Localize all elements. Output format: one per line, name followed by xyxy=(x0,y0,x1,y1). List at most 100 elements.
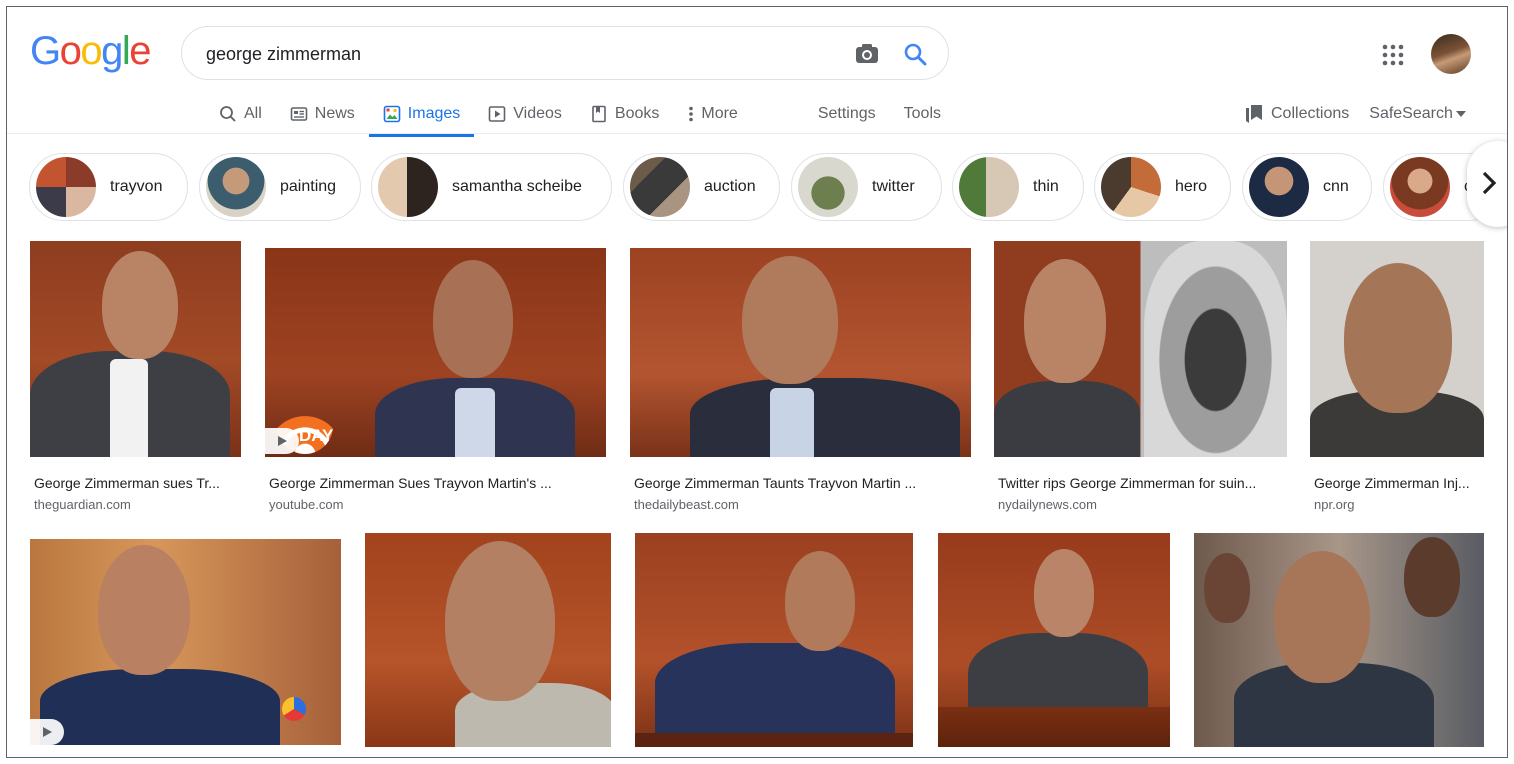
tab-more[interactable]: More xyxy=(673,95,751,133)
univision-logo xyxy=(282,697,306,721)
logo-letter: G xyxy=(30,29,61,73)
logo-letter: o xyxy=(80,29,102,73)
settings-link[interactable]: Settings xyxy=(804,95,890,133)
result-thumbnail[interactable] xyxy=(635,533,913,747)
tab-label: All xyxy=(244,105,262,122)
thumbnail-figure xyxy=(110,359,148,457)
result-title[interactable]: George Zimmerman Taunts Trayvon Martin .… xyxy=(634,475,974,491)
image-result[interactable] xyxy=(938,533,1172,751)
chip-label: auction xyxy=(704,178,756,195)
chip-label: painting xyxy=(280,178,337,195)
chip-label: trayvon xyxy=(110,178,163,195)
tab-videos[interactable]: Videos xyxy=(474,95,576,133)
apps-grid-icon[interactable] xyxy=(1382,44,1404,66)
result-thumbnail[interactable] xyxy=(30,539,341,745)
thumbnail-figure xyxy=(655,643,895,743)
chip-trayvon[interactable]: trayvon xyxy=(29,153,188,221)
camera-icon[interactable] xyxy=(854,41,880,67)
result-thumbnail[interactable] xyxy=(1194,533,1484,747)
thumbnail-figure xyxy=(770,388,814,457)
books-icon xyxy=(592,105,606,123)
tools-link[interactable]: Tools xyxy=(890,95,955,133)
result-thumbnail[interactable] xyxy=(1310,241,1484,457)
google-logo[interactable]: Google xyxy=(30,29,151,74)
thumbnail-figure xyxy=(40,669,280,745)
result-source[interactable]: nydailynews.com xyxy=(998,497,1097,512)
thumbnail-figure xyxy=(1144,241,1287,457)
right-tools: Collections SafeSearch xyxy=(1245,95,1486,133)
result-thumbnail[interactable] xyxy=(994,241,1287,457)
result-title[interactable]: Twitter rips George Zimmerman for suin..… xyxy=(998,475,1280,491)
search-icon[interactable] xyxy=(902,41,928,67)
result-thumbnail[interactable] xyxy=(30,241,241,457)
search-box[interactable] xyxy=(181,26,949,80)
result-source[interactable]: npr.org xyxy=(1314,497,1354,512)
chip-cnn[interactable]: cnn xyxy=(1242,153,1372,221)
bench-edge xyxy=(635,733,913,747)
image-result[interactable] xyxy=(1194,533,1486,751)
images-icon xyxy=(383,105,401,123)
more-vert-icon xyxy=(689,106,694,122)
chip-thumbnail xyxy=(36,157,96,217)
result-title[interactable]: George Zimmerman sues Tr... xyxy=(34,475,240,491)
result-source[interactable]: thedailybeast.com xyxy=(634,497,739,512)
chip-painting[interactable]: painting xyxy=(199,153,361,221)
avatar[interactable] xyxy=(1431,34,1471,74)
thumbnail-figure xyxy=(1404,537,1460,617)
browser-frame: Google All News xyxy=(6,6,1508,758)
result-thumbnail[interactable] xyxy=(630,248,971,457)
search-tabs: All News Images Videos Books More Settin… xyxy=(205,95,955,137)
tab-label: Images xyxy=(407,105,461,122)
result-title[interactable]: George Zimmerman Inj... xyxy=(1314,475,1484,491)
safesearch-dropdown[interactable]: SafeSearch xyxy=(1369,105,1466,123)
video-badge xyxy=(265,428,299,454)
image-result[interactable]: DAY George Zimmerman Sues Trayvon Martin… xyxy=(265,241,609,512)
tab-news[interactable]: News xyxy=(276,95,369,133)
search-input[interactable] xyxy=(206,41,826,67)
chip-label: samantha scheibe xyxy=(452,178,582,195)
chip-thin[interactable]: thin xyxy=(952,153,1084,221)
thumbnail-figure xyxy=(98,545,190,675)
image-result[interactable]: George Zimmerman Taunts Trayvon Martin .… xyxy=(630,241,974,512)
image-result[interactable]: George Zimmerman Inj... npr.org xyxy=(1310,241,1486,512)
result-thumbnail[interactable]: DAY xyxy=(265,248,606,457)
chip-twitter[interactable]: twitter xyxy=(791,153,942,221)
thumbnail-figure xyxy=(1204,553,1250,623)
tab-all[interactable]: All xyxy=(205,95,276,133)
chips-next-button[interactable] xyxy=(1467,141,1507,227)
result-thumbnail[interactable] xyxy=(365,533,611,747)
logo-letter: e xyxy=(129,29,151,73)
thumbnail-figure xyxy=(742,256,838,384)
thumbnail-figure xyxy=(1024,259,1106,383)
result-source[interactable]: youtube.com xyxy=(269,497,343,512)
result-title[interactable]: George Zimmerman Sues Trayvon Martin's .… xyxy=(269,475,609,491)
image-result[interactable] xyxy=(30,539,342,751)
chip-label: cnn xyxy=(1323,178,1349,195)
image-result[interactable] xyxy=(635,533,915,751)
logo-letter: l xyxy=(121,29,131,73)
chip-auction[interactable]: auction xyxy=(623,153,780,221)
thumbnail-figure xyxy=(1344,263,1452,413)
result-source[interactable]: theguardian.com xyxy=(34,497,131,512)
logo-letter: g xyxy=(101,29,123,73)
chip-label: hero xyxy=(1175,178,1208,195)
collections-button[interactable]: Collections xyxy=(1245,104,1349,124)
chip-samantha-scheibe[interactable]: samantha scheibe xyxy=(371,153,612,221)
result-thumbnail[interactable] xyxy=(938,533,1170,747)
chip-thumbnail xyxy=(1390,157,1450,217)
tab-images[interactable]: Images xyxy=(368,95,475,137)
image-result[interactable]: George Zimmerman sues Tr... theguardian.… xyxy=(30,241,242,512)
play-icon xyxy=(43,727,52,737)
thumbnail-figure xyxy=(445,541,555,701)
safesearch-label: SafeSearch xyxy=(1369,105,1453,122)
chip-thumbnail xyxy=(378,157,438,217)
play-icon xyxy=(278,436,287,446)
thumbnail-figure xyxy=(1274,551,1370,683)
chip-hero[interactable]: hero xyxy=(1094,153,1231,221)
tab-books[interactable]: Books xyxy=(576,95,673,133)
caret-down-icon xyxy=(1455,111,1466,117)
header-divider xyxy=(7,133,1507,134)
image-result[interactable] xyxy=(365,533,613,751)
image-result[interactable]: Twitter rips George Zimmerman for suin..… xyxy=(994,241,1290,512)
chip-label: twitter xyxy=(872,178,915,195)
